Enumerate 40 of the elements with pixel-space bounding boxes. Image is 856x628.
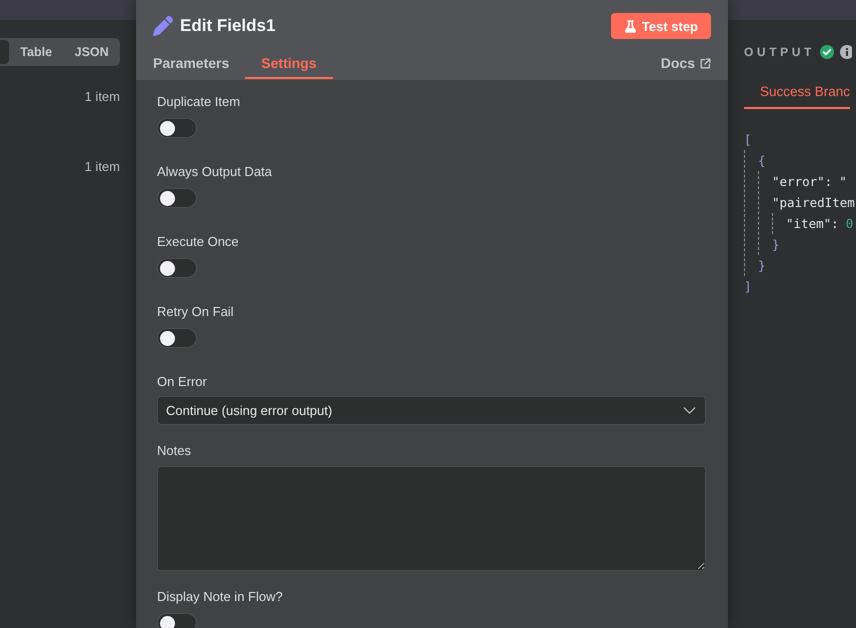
toggle-switch[interactable] bbox=[157, 328, 197, 348]
toggle-switch[interactable] bbox=[157, 258, 197, 278]
item-count: 1 item bbox=[84, 159, 120, 175]
pencil-icon bbox=[153, 16, 173, 36]
json-value: " bbox=[839, 173, 847, 191]
json-bracket: [ bbox=[744, 131, 752, 149]
node-title: Edit Fields1 bbox=[180, 16, 276, 36]
field-label: Execute Once bbox=[157, 234, 239, 250]
external-link-icon bbox=[700, 58, 711, 68]
json-key: "error": bbox=[772, 171, 832, 192]
json-value: 0 bbox=[846, 215, 854, 233]
field-label: Always Output Data bbox=[157, 164, 272, 180]
toggle-switch[interactable] bbox=[157, 613, 197, 628]
test-step-button[interactable]: Test step bbox=[610, 13, 711, 39]
view-tab[interactable]: JSON bbox=[63, 40, 120, 64]
json-bracket: ] bbox=[744, 278, 752, 296]
docs-link[interactable]: Docs bbox=[660, 55, 711, 79]
json-key: "pairedItem bbox=[772, 192, 855, 213]
toggle-switch[interactable] bbox=[157, 188, 197, 208]
field-label: Display Note in Flow? bbox=[157, 589, 283, 605]
check-circle-icon bbox=[820, 45, 834, 59]
json-bracket: } bbox=[758, 257, 766, 275]
info-icon bbox=[840, 45, 852, 59]
field-label: Notes bbox=[157, 443, 191, 459]
output-title: OUTPUT bbox=[744, 44, 815, 60]
json-bracket: } bbox=[772, 236, 780, 254]
toggle-switch[interactable] bbox=[157, 118, 197, 138]
select-field[interactable]: Continue (using error output) bbox=[157, 396, 706, 425]
json-bracket: { bbox=[758, 152, 766, 170]
view-tab[interactable]: Table bbox=[9, 40, 64, 64]
field-label: On Error bbox=[157, 374, 207, 390]
flask-icon bbox=[624, 20, 636, 32]
chevron-down-icon bbox=[683, 407, 696, 414]
notes-field[interactable] bbox=[157, 466, 706, 571]
settings-tab[interactable]: Parameters bbox=[137, 50, 246, 79]
field-label: Retry On Fail bbox=[157, 304, 234, 320]
branch-tab[interactable]: Success Branc bbox=[744, 84, 850, 109]
field-label: Duplicate Item bbox=[157, 94, 240, 110]
json-key: "item": bbox=[786, 213, 839, 234]
item-count: 1 item bbox=[84, 89, 120, 105]
